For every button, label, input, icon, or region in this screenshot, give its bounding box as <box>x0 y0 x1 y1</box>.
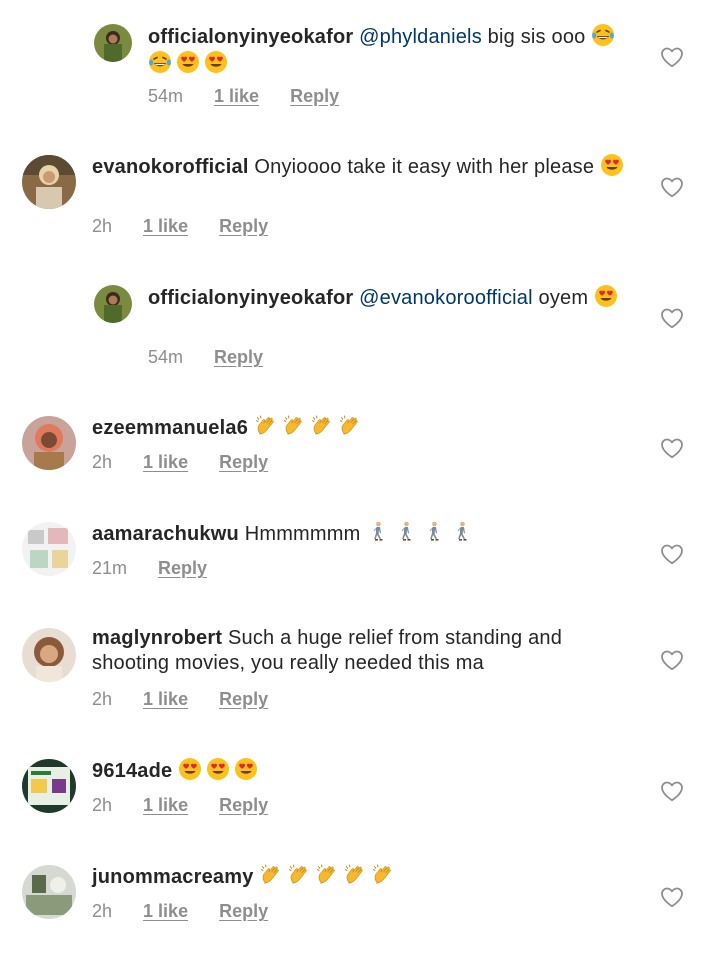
heart-eyes-emoji-icon <box>600 153 624 177</box>
comment-text: Onyioooo take it easy with her please <box>254 156 595 178</box>
comment-meta: 2h 1 like Reply <box>92 452 294 473</box>
username[interactable]: maglynrobert <box>92 627 222 649</box>
avatar[interactable] <box>22 628 76 682</box>
username[interactable]: aamarachukwu <box>92 523 239 545</box>
comment-meta: 2h 1 like Reply <box>92 795 294 816</box>
heart-eyes-emoji-icon <box>178 757 202 781</box>
reply-button[interactable]: Reply <box>290 86 339 107</box>
username[interactable]: junommacreamy <box>92 866 254 888</box>
comment-body: ezeemmanuela6 <box>92 414 630 441</box>
heart-icon[interactable] <box>660 307 684 329</box>
username[interactable]: ezeemmanuela6 <box>92 417 248 439</box>
comment-text: big sis ooo <box>487 26 586 48</box>
timestamp: 2h <box>92 795 113 815</box>
heart-icon[interactable] <box>660 886 684 908</box>
timestamp: 21m <box>92 558 128 578</box>
joy-emoji-icon <box>591 23 615 47</box>
comment-meta: 54m Reply <box>148 347 289 368</box>
comment-meta: 54m 1 like Reply <box>148 86 365 107</box>
heart-icon[interactable] <box>660 543 684 565</box>
emoji-group <box>259 863 399 888</box>
timestamp: 2h <box>92 216 113 236</box>
clap-emoji-icon <box>254 414 278 438</box>
heart-eyes-emoji-icon <box>204 50 228 74</box>
emoji-group <box>254 414 366 439</box>
reply-button[interactable]: Reply <box>219 901 268 922</box>
comment-body: evanokorofficial Onyioooo take it easy w… <box>92 153 630 180</box>
comment-body: officialonyinyeokafor @evanokoroofficial… <box>148 284 630 311</box>
walking-emoji-icon <box>394 520 418 544</box>
comment-meta: 2h 1 like Reply <box>92 216 294 237</box>
comment-meta: 2h 1 like Reply <box>92 689 294 710</box>
likes-link[interactable]: 1 like <box>143 452 188 473</box>
emoji-group <box>594 284 622 309</box>
comment-body: maglynrobert Such a huge relief from sta… <box>92 626 630 676</box>
heart-eyes-emoji-icon <box>594 284 618 308</box>
reply-button[interactable]: Reply <box>214 347 263 368</box>
comment-body: 9614ade <box>92 757 630 784</box>
comment-body: junommacreamy <box>92 863 630 890</box>
likes-link[interactable]: 1 like <box>143 901 188 922</box>
walking-emoji-icon <box>450 520 474 544</box>
comment-text: Hmmmmmm <box>244 523 361 545</box>
avatar[interactable] <box>22 416 76 470</box>
heart-icon[interactable] <box>660 176 684 198</box>
avatar[interactable] <box>22 759 76 813</box>
comment-body: officialonyinyeokafor @phyldaniels big s… <box>148 23 630 77</box>
avatar[interactable] <box>22 155 76 209</box>
clap-emoji-icon <box>338 414 362 438</box>
likes-link[interactable]: 1 like <box>143 216 188 237</box>
clap-emoji-icon <box>343 863 367 887</box>
comment-body: aamarachukwu Hmmmmmm <box>92 520 630 547</box>
likes-link[interactable]: 1 like <box>143 795 188 816</box>
clap-emoji-icon <box>282 414 306 438</box>
reply-button[interactable]: Reply <box>219 795 268 816</box>
clap-emoji-icon <box>287 863 311 887</box>
heart-icon[interactable] <box>660 46 684 68</box>
clap-emoji-icon <box>259 863 283 887</box>
likes-link[interactable]: 1 like <box>143 689 188 710</box>
username[interactable]: evanokorofficial <box>92 156 249 178</box>
clap-emoji-icon <box>310 414 334 438</box>
username[interactable]: officialonyinyeokafor <box>148 287 353 309</box>
reply-button[interactable]: Reply <box>158 558 207 579</box>
heart-icon[interactable] <box>660 649 684 671</box>
avatar[interactable] <box>94 24 132 62</box>
heart-icon[interactable] <box>660 437 684 459</box>
timestamp: 54m <box>148 347 184 367</box>
avatar[interactable] <box>22 865 76 919</box>
timestamp: 2h <box>92 901 113 921</box>
walking-emoji-icon <box>422 520 446 544</box>
avatar[interactable] <box>22 522 76 576</box>
reply-button[interactable]: Reply <box>219 216 268 237</box>
timestamp: 2h <box>92 689 113 709</box>
username[interactable]: officialonyinyeokafor <box>148 26 353 48</box>
comment-text: oyem <box>538 287 589 309</box>
heart-eyes-emoji-icon <box>176 50 200 74</box>
timestamp: 54m <box>148 86 184 106</box>
heart-icon[interactable] <box>660 780 684 802</box>
heart-eyes-emoji-icon <box>234 757 258 781</box>
likes-link[interactable]: 1 like <box>214 86 259 107</box>
reply-button[interactable]: Reply <box>219 452 268 473</box>
mention-link[interactable]: @phyldaniels <box>359 26 482 48</box>
timestamp: 2h <box>92 452 113 472</box>
walking-emoji-icon <box>366 520 390 544</box>
joy-emoji-icon <box>148 50 172 74</box>
comment-meta: 2h 1 like Reply <box>92 901 294 922</box>
emoji-group <box>600 153 628 178</box>
emoji-group <box>178 757 262 782</box>
reply-button[interactable]: Reply <box>219 689 268 710</box>
avatar[interactable] <box>94 285 132 323</box>
heart-eyes-emoji-icon <box>206 757 230 781</box>
clap-emoji-icon <box>371 863 395 887</box>
comment-meta: 21m Reply <box>92 558 233 579</box>
mention-link[interactable]: @evanokoroofficial <box>359 287 533 309</box>
username[interactable]: 9614ade <box>92 760 172 782</box>
emoji-group <box>366 520 478 545</box>
clap-emoji-icon <box>315 863 339 887</box>
